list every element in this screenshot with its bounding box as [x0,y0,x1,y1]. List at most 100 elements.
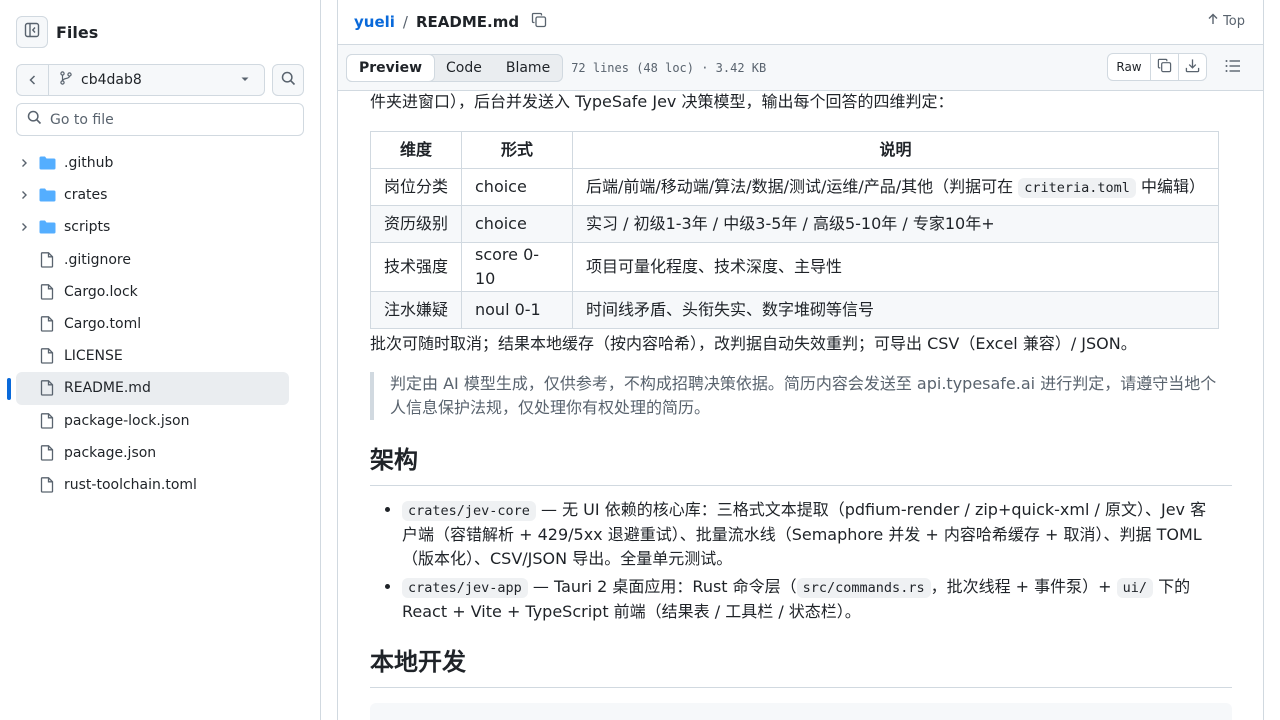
cancel-paragraph: 批次可随时取消；结果本地缓存（按内容哈希），改判据自动失效重判；可导出 CSV（… [370,334,1137,353]
heading-architecture: 架构 [370,445,1232,486]
search-icon [27,110,42,129]
inline-code: crates/jev-app [402,578,528,598]
search-icon [281,71,296,90]
tree-item-label: package-lock.json [64,412,190,429]
tree-item-label: .gitignore [64,251,131,268]
tree-item-package-lock[interactable]: package-lock.json [16,405,289,437]
sidebar-collapse-icon [24,22,40,42]
tree-item-label: LICENSE [64,348,123,365]
table-cell: 注水嫌疑 [370,291,462,329]
sidebar-header: Files [16,16,98,48]
tree-item-readme[interactable]: README.md [7,372,289,405]
file-view: yueli / README.md Top Preview Code Blame… [337,0,1264,720]
file-icon [38,380,56,397]
caret-down-icon [240,72,250,88]
chevron-right-icon[interactable] [16,222,32,232]
tree-item-rust-toolchain[interactable]: rust-toolchain.toml [16,469,289,501]
file-info: 72 lines (48 loc) · 3.42 KB [571,60,767,75]
table-header-row: 维度 形式 说明 [370,131,1219,169]
table-header-cell: 形式 [461,131,573,169]
table-cell: score 0-10 [461,242,573,292]
outline-button[interactable] [1219,53,1247,81]
copy-raw-button[interactable] [1150,54,1178,80]
table-header-cell: 维度 [370,131,462,169]
table-cell: 资历级别 [370,205,462,243]
cell-text: 后端/前端/移动端/算法/数据/测试/运维/产品/其他（判据可在 [586,176,1019,196]
copy-path-button[interactable] [531,12,547,32]
tree-item-crates[interactable]: crates [16,179,289,211]
readme-content: 件夹进窗口），后台并发送入 TypeSafe Jev 决策模型，输出每个回答的四… [370,91,1232,720]
list-item: crates/jev-app — Tauri 2 桌面应用：Rust 命令层（s… [402,575,1222,624]
folder-icon [38,220,56,234]
download-button[interactable] [1178,54,1206,80]
file-icon [38,348,56,364]
go-to-file-field[interactable] [16,103,304,136]
git-branch-icon [59,71,73,89]
tree-item-label: crates [64,187,108,204]
disclaimer-blockquote: 判定由 AI 模型生成，仅供参考，不构成招聘决策依据。简历内容会发送至 api.… [370,372,1219,420]
file-tree-sidebar: Files cb4dab8 Go to file .github crates … [0,0,321,720]
chevron-left-icon [27,71,39,90]
view-mode-tabs: Preview Code Blame [346,53,564,82]
branch-back-button[interactable] [17,65,49,95]
disclaimer-text: 判定由 AI 模型生成，仅供参考，不构成招聘决策依据。简历内容会发送至 api.… [390,374,1217,417]
tree-item-label: README.md [64,380,151,397]
file-icon [38,477,56,493]
chevron-right-icon[interactable] [16,190,32,200]
arrow-up-icon [1207,13,1219,29]
tab-blame[interactable]: Blame [494,55,562,81]
tree-item-label: package.json [64,444,157,461]
criteria-table: 维度 形式 说明 岗位分类 choice 后端/前端/移动端/算法/数据/测试/… [370,131,1219,329]
tree-item-package-json[interactable]: package.json [16,437,289,469]
copy-icon [531,12,547,32]
file-action-group: Raw [1107,53,1207,81]
file-icon [38,412,56,429]
collapse-sidebar-button[interactable] [16,16,48,48]
inline-code: criteria.toml [1018,177,1136,198]
file-tree: .github crates scripts .gitignore Cargo.… [7,147,289,501]
tree-item-license[interactable]: LICENSE [16,340,289,372]
list-item-text: ，批次线程 + 事件泵）+ [930,577,1117,596]
inline-code: src/commands.rs [796,578,931,598]
breadcrumb-separator: / [402,13,408,31]
tree-item-label: Cargo.lock [64,283,138,300]
table-cell: choice [461,168,573,206]
branch-dropdown[interactable]: cb4dab8 [49,71,264,89]
file-actions: Raw [1107,53,1247,81]
table-cell: 岗位分类 [370,168,462,206]
search-button[interactable] [272,64,304,96]
branch-selector[interactable]: cb4dab8 [16,64,265,96]
heading-local-dev: 本地开发 [370,647,1232,688]
table-cell: choice [461,205,573,243]
breadcrumb: yueli / README.md Top [338,0,1263,45]
sidebar-title: Files [56,22,99,42]
chevron-right-icon[interactable] [16,158,32,168]
tab-code[interactable]: Code [434,55,494,81]
table-cell: noul 0-1 [461,291,573,329]
download-icon [1185,58,1200,76]
inline-code: ui/ [1116,578,1154,598]
cell-text: 中编辑） [1135,176,1205,196]
table-cell: 技术强度 [370,242,462,292]
tree-item-label: rust-toolchain.toml [64,476,197,493]
tree-item-cargo-toml[interactable]: Cargo.toml [16,308,289,340]
folder-icon [38,188,56,202]
file-icon [38,444,56,461]
list-item-text: — Tauri 2 桌面应用：Rust 命令层（ [527,577,797,596]
architecture-list: crates/jev-core — 无 UI 依赖的核心库：三格式文本提取（pd… [402,498,1222,628]
tree-item-github[interactable]: .github [16,147,289,179]
file-icon [38,251,56,268]
list-item: crates/jev-core — 无 UI 依赖的核心库：三格式文本提取（pd… [402,498,1222,571]
table-cell: 项目可量化程度、技术深度、主导性 [572,242,1219,292]
tree-item-scripts[interactable]: scripts [16,211,289,243]
go-to-file-input[interactable] [50,111,290,128]
table-row: 资历级别 choice 实习 / 初级1-3年 / 中级3-5年 / 高级5-1… [370,205,1219,243]
intro-paragraph: 件夹进窗口），后台并发送入 TypeSafe Jev 决策模型，输出每个回答的四… [370,92,954,111]
raw-button[interactable]: Raw [1108,54,1150,80]
breadcrumb-repo-link[interactable]: yueli [354,13,395,31]
back-to-top-link[interactable]: Top [1207,13,1245,29]
tab-preview[interactable]: Preview [346,53,436,82]
tree-item-cargo-lock[interactable]: Cargo.lock [16,276,289,308]
tree-item-gitignore[interactable]: .gitignore [16,244,289,276]
breadcrumb-file: README.md [415,13,520,31]
